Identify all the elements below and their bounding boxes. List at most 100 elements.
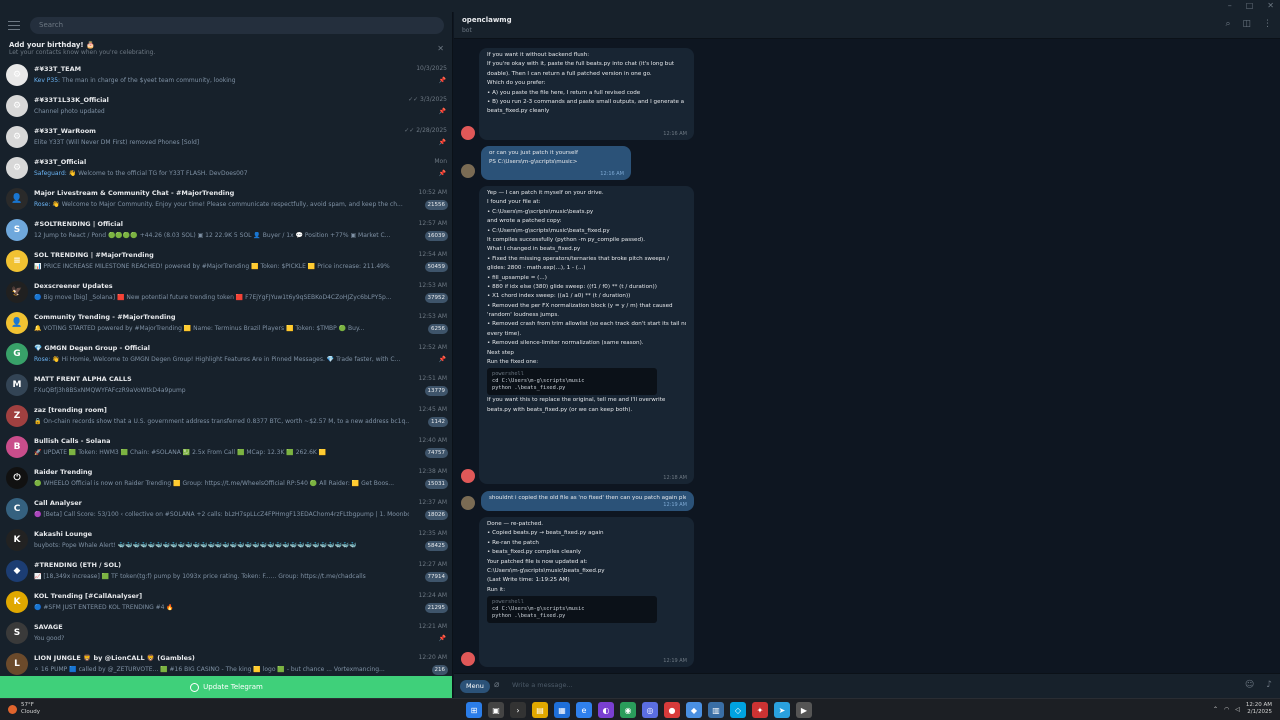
chat-avatar: K (6, 591, 28, 613)
search-icon[interactable]: ⌕ (1225, 19, 1230, 29)
update-telegram-button[interactable]: Update Telegram (0, 676, 452, 698)
app-icon[interactable]: ◆ (686, 702, 702, 718)
bot-menu-button[interactable]: Menu (460, 680, 490, 693)
volume-icon[interactable]: ◁ (1235, 706, 1240, 713)
chat-name: #¥33T1L33K_Official (34, 96, 109, 104)
clock[interactable]: 12:20 AM 2/1/2025 (1246, 702, 1272, 716)
app-icon[interactable]: ▶ (796, 702, 812, 718)
chat-avatar: M (6, 374, 28, 396)
close-icon[interactable]: ✕ (1267, 0, 1274, 12)
emoji-icon[interactable]: ☺ (1245, 680, 1254, 690)
chat-avatar: L (6, 653, 28, 675)
message-time: 12:16 AM (600, 170, 624, 177)
weather-widget[interactable]: 57°F Cloudy (8, 702, 40, 716)
message-line: • B) you run 2-3 commands and paste smal… (487, 98, 685, 105)
chat-list-item[interactable]: ≡ SOL TRENDING | #MajorTrending 📊 PRICE IN… (0, 246, 452, 277)
chat-time: ✓✓ 2/28/2025 (404, 127, 447, 134)
edge-icon[interactable]: e (576, 702, 592, 718)
chat-list-item[interactable]: K KOL Trending [#CallAnalyser] 🔵 #SFM JUST… (0, 587, 452, 618)
app-icon[interactable]: ✦ (752, 702, 768, 718)
file-explorer-icon[interactable]: ▤ (532, 702, 548, 718)
chat-list-item[interactable]: M MATT FRENT ALPHA CALLS FXuQBfj3h8BSxNMQW… (0, 370, 452, 401)
chat-preview: 🚀 UPDATE 🟩 Token: HWM3 🟩 Chain: #SOLANA … (34, 449, 326, 456)
chat-list-item[interactable]: ⚙ #¥33T_Official Safeguard: 👋 Welcome to t… (0, 153, 452, 184)
app-icon[interactable]: ◐ (598, 702, 614, 718)
message-line: • X1 chord index sweep: ((a1 / a0) ** (t… (487, 293, 631, 300)
chat-list-item[interactable]: ⚙ #¥33T_TEAM Kev P35: The man in charge of… (0, 60, 452, 91)
telegram-icon[interactable]: ➤ (774, 702, 790, 718)
code-language: powershell (492, 599, 524, 606)
minimize-icon[interactable]: – (1228, 0, 1232, 12)
chevron-up-icon[interactable]: ⌃ (1213, 706, 1218, 713)
message-line: every time). (487, 330, 522, 337)
maximize-icon[interactable]: □ (1246, 0, 1254, 12)
chat-time: 12:53 AM (418, 313, 447, 320)
conversation-pane: openclawmg bot ⌕ ◫ ⋮ If you want it with… (454, 12, 1280, 698)
chat-name: #¥33T_Official (34, 158, 87, 166)
chat-list-item[interactable]: ⚙ #¥33T_WarRoom Elite Y33T (Will Never DM … (0, 122, 452, 153)
chat-preview-text: 🔒 On-chain records show that a U.S. gove… (34, 418, 409, 425)
terminal-icon[interactable]: › (510, 702, 526, 718)
app-icon[interactable]: ● (664, 702, 680, 718)
chat-preview-text: Channel photo updated (34, 108, 105, 115)
store-icon[interactable]: ▦ (554, 702, 570, 718)
message-input[interactable]: Write a message... (512, 681, 573, 689)
task-view-icon[interactable]: ▣ (488, 702, 504, 718)
chat-list-item[interactable]: ⏻ Raider Trending 🟢 WHEELO Official is now… (0, 463, 452, 494)
chat-name: Major Livestream & Community Chat - #Maj… (34, 189, 235, 197)
wifi-icon[interactable]: ◠ (1224, 706, 1229, 713)
chat-time: 12:40 AM (418, 437, 447, 444)
unread-badge: 18026 (424, 510, 448, 520)
app-icon[interactable]: ▥ (708, 702, 724, 718)
sidebar-toggle-icon[interactable]: ◫ (1242, 19, 1251, 29)
chat-name: #¥33T_TEAM (34, 65, 82, 73)
window-controls: – □ ✕ (1228, 0, 1274, 12)
chat-list-item[interactable]: ⚙ #¥33T1L33K_Official Channel photo update… (0, 91, 452, 122)
code-block[interactable]: powershell cd C:\Users\m-g\scripts\music p… (487, 596, 657, 624)
chat-list-item[interactable]: G 💎 GMGN Degen Group - Official Rose: 👋 Hi… (0, 339, 452, 370)
chat-list-item[interactable]: K Kakashi Lounge buybots: Pope Whale Alert… (0, 525, 452, 556)
app-icon[interactable]: ◇ (730, 702, 746, 718)
attach-icon[interactable]: ⌀ (494, 680, 499, 690)
code-line: cd C:\Users\m-g\scripts\music (492, 606, 585, 613)
chat-list-item[interactable]: S SAVAGE You good? 12:21 AM 📌 (0, 618, 452, 649)
menu-icon[interactable] (8, 20, 20, 30)
chat-preview-sender: Safeguard: (34, 170, 67, 177)
message-line: Which do you prefer: (487, 80, 546, 87)
chat-list-item[interactable]: Zzaz [trending room] 🔒 On-chain records s… (0, 401, 452, 432)
conversation-header[interactable]: openclawmg bot ⌕ ◫ ⋮ (454, 12, 1280, 39)
chat-list-item[interactable]: C Call Analyser 🟣 [Beta] Call Score: 53/10… (0, 494, 452, 525)
code-line: python .\beats_fixed.py (492, 385, 566, 392)
chat-name: Community Trending - #MajorTrending (34, 313, 176, 321)
chat-time: 12:53 AM (418, 282, 447, 289)
discord-icon[interactable]: ◎ (642, 702, 658, 718)
chat-avatar: ◆ (6, 560, 28, 582)
message-line: beats_fixed.py cleanly (487, 108, 550, 115)
birthday-banner[interactable]: Add your birthday! 🎂 Let your contacts k… (0, 38, 452, 60)
message-line: or can you just patch it yourself (489, 150, 578, 156)
chat-list-item[interactable]: 🦅 Dexscreener Updates 🔵 Big move [big] _So… (0, 277, 452, 308)
taskbar-apps: ⊞ ▣ › ▤ ▦ e ◐ ◉ ◎ ● ◆ ▥ ◇ ✦ ➤ ▶ (466, 702, 812, 718)
search-input[interactable]: Search (30, 16, 444, 34)
code-block[interactable]: powershell cd C:\Users\m-g\scripts\music p… (487, 368, 657, 396)
more-options-icon[interactable]: ⋮ (1263, 19, 1272, 29)
close-icon[interactable]: ✕ (437, 44, 444, 53)
chat-list-item[interactable]: 👤 Community Trending - #MajorTrending 🔔 VO… (0, 308, 452, 339)
chat-time: 12:35 AM (418, 530, 447, 537)
unread-badge: 74757 (424, 448, 448, 458)
message-line: If you're okay with it, paste the full b… (487, 61, 675, 68)
pin-icon: 📌 (438, 356, 446, 363)
chat-list-item[interactable]: S #SOLTRENDING | Official 12 Jump to React… (0, 215, 452, 246)
chat-name: LION JUNGLE 🦁 by @LionCALL 🦁 (Gambles) (34, 654, 195, 662)
message-line: Run it: (487, 586, 506, 593)
message-line: and wrote a patched copy: (487, 218, 562, 225)
chrome-icon[interactable]: ◉ (620, 702, 636, 718)
message-line: Run the fixed one: (487, 359, 539, 366)
message-line: If you want it without backend flush: (487, 52, 590, 58)
chat-list-item[interactable]: 👤 Major Livestream & Community Chat - #Ma… (0, 184, 452, 215)
update-label: Update Telegram (203, 683, 263, 691)
chat-list-item[interactable]: B Bullish Calls - Solana 🚀 UPDATE 🟩 Token:… (0, 432, 452, 463)
chat-list-item[interactable]: ◆ #TRENDING (ETH / SOL) 📈 [18,349x increas… (0, 556, 452, 587)
start-icon[interactable]: ⊞ (466, 702, 482, 718)
microphone-icon[interactable]: ♪ (1266, 680, 1272, 690)
